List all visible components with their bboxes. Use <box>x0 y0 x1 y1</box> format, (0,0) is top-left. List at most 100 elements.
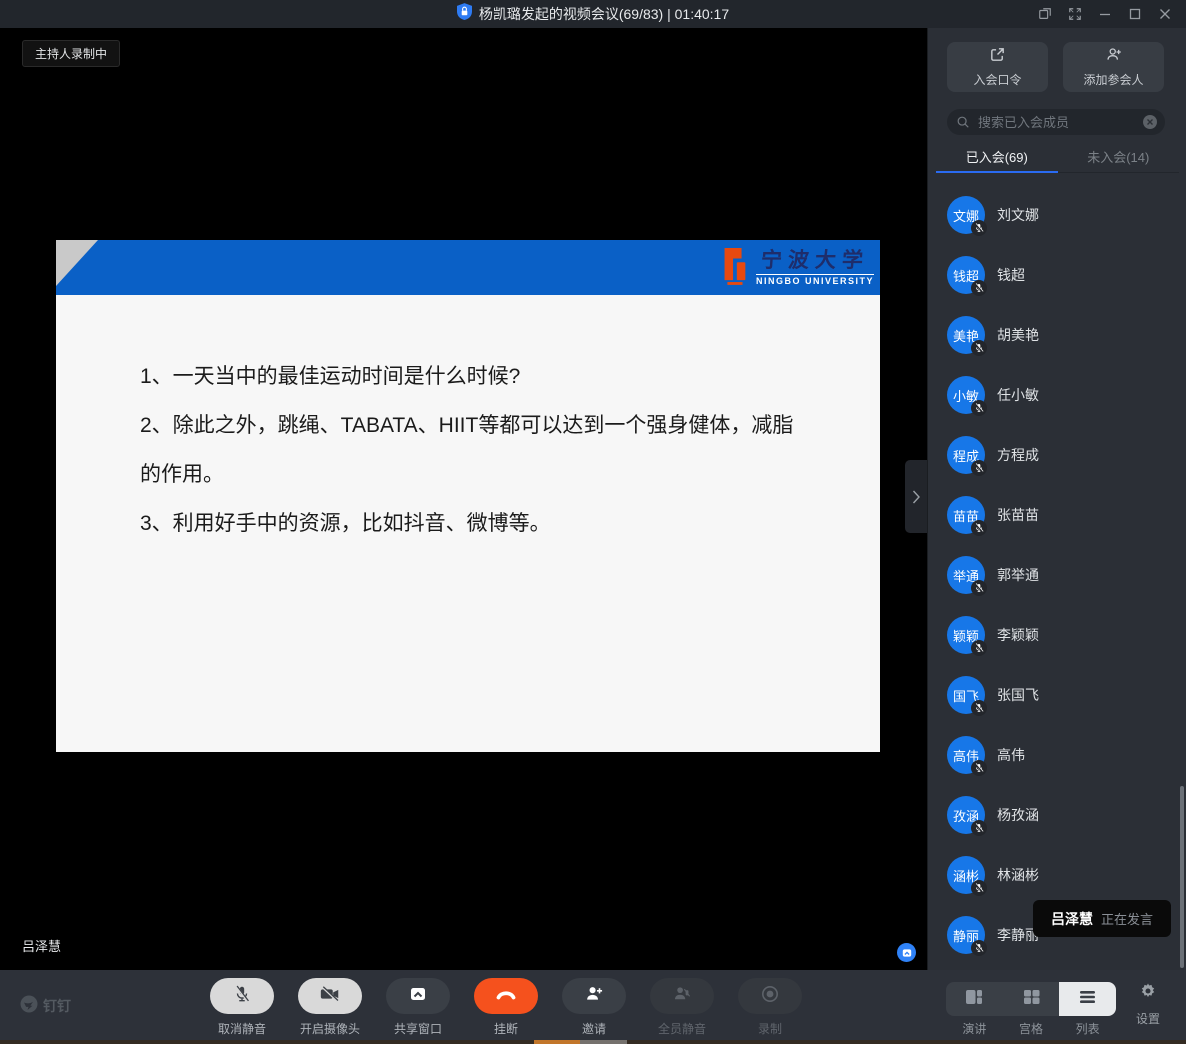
participant-row[interactable]: 高伟 高伟 <box>928 725 1186 785</box>
view-list-button[interactable] <box>1059 982 1116 1016</box>
recording-badge: 主持人录制中 <box>22 40 120 67</box>
speaking-status: 正在发言 <box>1101 909 1153 928</box>
participant-name: 林涵彬 <box>997 865 1039 885</box>
participant-name: 李颖颖 <box>997 625 1039 645</box>
list-scrollbar[interactable] <box>1180 786 1184 968</box>
avatar: 孜涵 <box>947 796 985 834</box>
university-name-en: NINGBO UNIVERSITY <box>756 274 874 286</box>
record-icon <box>760 984 780 1009</box>
mic-muted-icon <box>971 280 987 296</box>
participant-name: 刘文娜 <box>997 205 1039 225</box>
external-link-icon <box>989 46 1006 66</box>
mic-muted-icon <box>971 340 987 356</box>
avatar: 小敏 <box>947 376 985 414</box>
participant-row[interactable]: 国飞 张国飞 <box>928 665 1186 725</box>
avatar: 颖颖 <box>947 616 985 654</box>
dingtalk-logo-icon <box>20 995 38 1016</box>
view-list-label: 列表 <box>1059 1020 1116 1037</box>
university-logo: 宁波大学 NINGBO UNIVERSITY <box>717 245 874 291</box>
tab-not-joined[interactable]: 未入会(14) <box>1058 140 1180 172</box>
mic-muted-icon <box>971 700 987 716</box>
camera-on-button[interactable]: 开启摄像头 <box>298 978 362 1037</box>
participant-row[interactable]: 文娜 刘文娜 <box>928 185 1186 245</box>
meeting-title: 杨凯璐发起的视频会议(69/83) | 01:40:17 <box>479 4 729 24</box>
participant-name: 张苗苗 <box>997 505 1039 525</box>
screen-share-indicator-icon <box>897 943 916 962</box>
university-emblem-icon <box>717 246 751 291</box>
participant-row[interactable]: 举通 郭举通 <box>928 545 1186 605</box>
grid-view-icon <box>1023 989 1040 1010</box>
meeting-code-button[interactable]: 入会口令 <box>947 42 1048 92</box>
search-icon <box>956 115 970 129</box>
view-speaker-button[interactable] <box>946 982 1003 1016</box>
unmute-button[interactable]: 取消静音 <box>210 978 274 1037</box>
shared-slide: 宁波大学 NINGBO UNIVERSITY 1、一天当中的最佳运动时间是什么时… <box>56 240 880 752</box>
minimize-icon[interactable] <box>1092 3 1118 25</box>
speaker-view-icon <box>965 989 983 1010</box>
participant-row[interactable]: 苗苗 张苗苗 <box>928 485 1186 545</box>
participant-row[interactable]: 小敏 任小敏 <box>928 365 1186 425</box>
participant-name: 胡美艳 <box>997 325 1039 345</box>
invite-button[interactable]: 邀请 <box>562 978 626 1037</box>
share-window-button[interactable]: 共享窗口 <box>386 978 450 1037</box>
clear-search-icon[interactable] <box>1142 114 1158 130</box>
participant-row[interactable]: 程成 方程成 <box>928 425 1186 485</box>
record-button[interactable]: 录制 <box>738 978 802 1037</box>
slide-line: 2、除此之外，跳绳、TABATA、HIIT等都可以达到一个强身健体，减脂 <box>140 401 840 450</box>
share-window-icon <box>408 984 428 1009</box>
taskbar-gray-segment <box>580 1040 627 1044</box>
university-name-cn: 宁波大学 <box>760 250 869 271</box>
participant-name: 张国飞 <box>997 685 1039 705</box>
taskbar-sliver <box>0 1040 1186 1044</box>
participant-row[interactable]: 孜涵 杨孜涵 <box>928 785 1186 845</box>
participant-row[interactable]: 钱超 钱超 <box>928 245 1186 305</box>
participant-row[interactable]: 颖颖 李颖颖 <box>928 605 1186 665</box>
title-bar: 杨凯璐发起的视频会议(69/83) | 01:40:17 <box>0 0 1186 28</box>
settings-button[interactable]: 设置 <box>1130 982 1166 1027</box>
view-speaker-label: 演讲 <box>946 1020 1003 1037</box>
add-participant-button[interactable]: 添加参会人 <box>1063 42 1164 92</box>
taskbar-orange-segment <box>534 1040 580 1044</box>
participant-row[interactable]: 涵彬 林涵彬 <box>928 845 1186 905</box>
mic-muted-icon <box>232 984 252 1009</box>
avatar: 国飞 <box>947 676 985 714</box>
avatar: 苗苗 <box>947 496 985 534</box>
dingtalk-brand: 钉钉 <box>20 995 71 1016</box>
avatar: 高伟 <box>947 736 985 774</box>
speaking-tooltip: 吕泽慧 正在发言 <box>1033 900 1171 937</box>
speaking-name: 吕泽慧 <box>1051 909 1093 929</box>
person-plus-icon <box>1105 46 1123 66</box>
video-stage: 主持人录制中 宁波大学 NINGBO UNIVERSITY <box>0 28 927 970</box>
participant-row[interactable]: 美艳 胡美艳 <box>928 305 1186 365</box>
mute-all-icon <box>672 984 692 1008</box>
fullscreen-icon[interactable] <box>1062 3 1088 25</box>
mic-muted-icon <box>971 220 987 236</box>
tab-joined[interactable]: 已入会(69) <box>936 140 1058 172</box>
participant-name: 郭举通 <box>997 565 1039 585</box>
slide-text: 1、一天当中的最佳运动时间是什么时候? 2、除此之外，跳绳、TABATA、HII… <box>140 352 840 548</box>
maximize-icon[interactable] <box>1122 3 1148 25</box>
mic-muted-icon <box>971 640 987 656</box>
search-box[interactable] <box>947 109 1165 135</box>
participant-name: 高伟 <box>997 745 1025 765</box>
search-input[interactable] <box>976 114 1142 131</box>
mute-all-button[interactable]: 全员静音 <box>650 978 714 1037</box>
mic-muted-icon <box>971 880 987 896</box>
camera-off-icon <box>319 984 341 1009</box>
close-icon[interactable] <box>1152 3 1178 25</box>
gear-icon <box>1139 982 1157 1005</box>
hang-up-button[interactable]: 挂断 <box>474 978 538 1037</box>
view-grid-button[interactable] <box>1003 982 1060 1016</box>
add-participant-label: 添加参会人 <box>1083 71 1143 88</box>
participants-panel: 入会口令 添加参会人 已入会(69) 未入会(14) 文娜 <box>927 28 1186 970</box>
person-plus-icon <box>584 984 604 1008</box>
popout-window-icon[interactable] <box>1032 3 1058 25</box>
stage-speaker-name: 吕泽慧 <box>22 936 61 955</box>
collapse-sidebar-handle[interactable] <box>905 460 927 533</box>
mic-muted-icon <box>971 760 987 776</box>
list-view-icon <box>1079 990 1096 1009</box>
avatar: 静丽 <box>947 916 985 954</box>
bottom-toolbar: 钉钉 取消静音 开启摄像头 <box>0 970 1186 1040</box>
avatar: 钱超 <box>947 256 985 294</box>
avatar: 举通 <box>947 556 985 594</box>
